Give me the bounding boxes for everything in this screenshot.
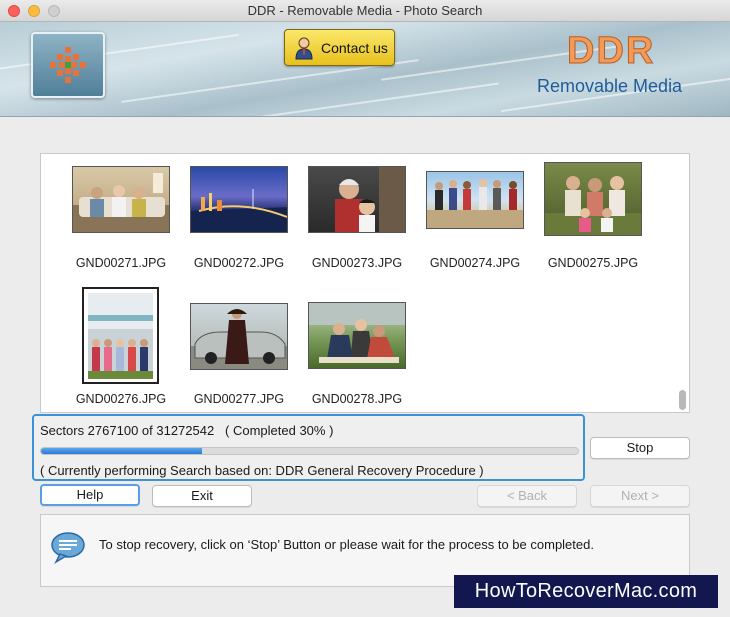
thumbnail-caption: GND00277.JPG — [193, 392, 285, 406]
back-button[interactable]: < Back — [477, 485, 577, 507]
next-button[interactable]: Next > — [590, 485, 690, 507]
brand-subtitle: Removable Media — [537, 76, 683, 96]
contact-us-label: Contact us — [321, 39, 388, 56]
photo-thumbnail[interactable] — [426, 171, 524, 229]
progress-bar — [40, 447, 579, 455]
photo-thumbnail[interactable] — [308, 166, 406, 233]
progress-panel: Sectors 2767100 of 31272542 ( Completed … — [32, 414, 585, 481]
thumbnail-scrollbar[interactable] — [679, 390, 686, 410]
thumbnail-caption: GND00278.JPG — [311, 392, 403, 406]
thumbnail-caption: GND00276.JPG — [75, 392, 167, 406]
photo-thumbnail[interactable] — [72, 166, 170, 233]
photo-thumbnail[interactable] — [190, 303, 288, 370]
sectors-progress-text: Sectors 2767100 of 31272542 ( Completed … — [40, 423, 334, 438]
stop-button[interactable]: Stop — [590, 437, 690, 459]
photo-thumbnail-grid[interactable]: GND00271.JPG GND00272.JPG GND00273.JPG G… — [40, 153, 690, 413]
header-banner: Contact us DDR Removable Media — [0, 22, 730, 117]
thumbnail-caption: GND00275.JPG — [547, 256, 639, 270]
help-button[interactable]: Help — [40, 484, 140, 506]
photo-thumbnail[interactable] — [308, 302, 406, 369]
app-logo-icon — [50, 47, 86, 83]
status-text: ( Currently performing Search based on: … — [40, 463, 484, 478]
photo-thumbnail[interactable] — [544, 162, 642, 236]
thumbnail-caption: GND00271.JPG — [75, 256, 167, 270]
title-bar: DDR - Removable Media - Photo Search — [0, 0, 730, 22]
info-message: To stop recovery, click on ‘Stop’ Button… — [99, 537, 594, 552]
watermark-banner: HowToRecoverMac.com — [454, 575, 718, 608]
window-title: DDR - Removable Media - Photo Search — [247, 3, 483, 18]
person-icon — [295, 37, 313, 59]
photo-thumbnail[interactable] — [190, 166, 288, 233]
contact-us-button[interactable]: Contact us — [284, 29, 395, 66]
exit-button[interactable]: Exit — [152, 485, 252, 507]
progress-bar-fill — [41, 448, 203, 454]
brand-title: DDR — [566, 30, 656, 73]
thumbnail-caption: GND00274.JPG — [429, 256, 521, 270]
thumbnail-caption: GND00273.JPG — [311, 256, 403, 270]
speech-bubble-icon — [51, 532, 85, 564]
photo-thumbnail[interactable] — [82, 287, 159, 384]
thumbnail-caption: GND00272.JPG — [193, 256, 285, 270]
app-logo — [31, 32, 105, 98]
